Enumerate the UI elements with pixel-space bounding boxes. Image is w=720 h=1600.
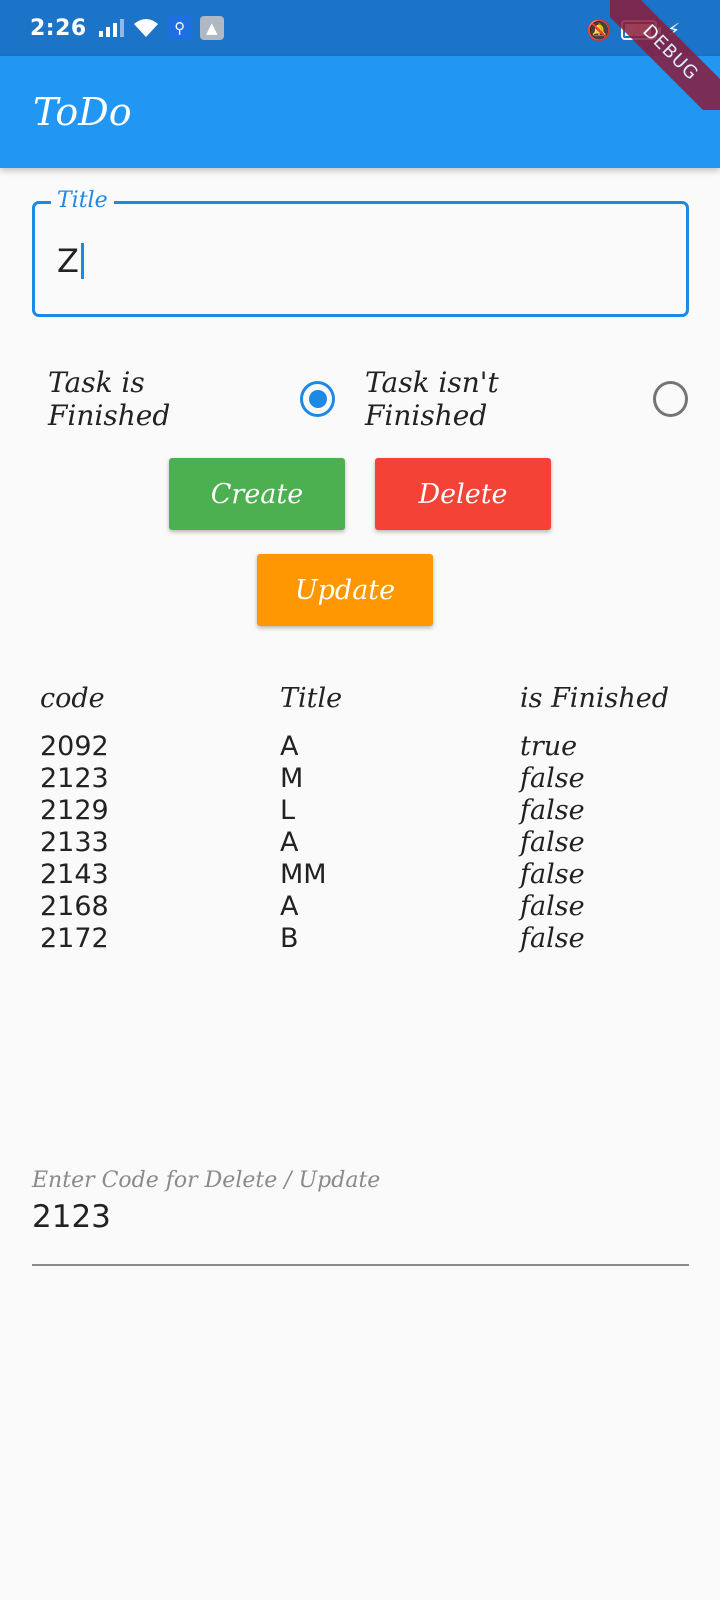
cell-title: A (280, 890, 299, 922)
usb-icon: ⚲ (167, 16, 192, 40)
table-header: code Title is Finished (40, 676, 680, 720)
cell-is-finished: false (520, 826, 585, 858)
cell-is-finished: false (520, 762, 585, 794)
title-input-label: Title (51, 188, 114, 213)
cell-is-finished: false (520, 890, 585, 922)
debug-banner: DEBUG (610, 0, 720, 110)
delete-button[interactable]: Delete (375, 458, 551, 530)
radio-not-finished[interactable] (652, 381, 688, 417)
table-row: 2129 L false (40, 794, 680, 826)
radio-finished[interactable] (299, 381, 335, 417)
code-input[interactable]: Enter Code for Delete / Update 2123 (32, 1168, 689, 1266)
cell-title: A (280, 826, 299, 858)
cell-title: B (280, 922, 299, 954)
cell-code: 2143 (40, 858, 109, 890)
code-input-underline (32, 1264, 689, 1266)
cell-is-finished: false (520, 794, 585, 826)
table-row: 2133 A false (40, 826, 680, 858)
title-input-value-wrap[interactable]: Z (57, 242, 84, 280)
table-row: 2143 MM false (40, 858, 680, 890)
cell-code: 2092 (40, 730, 109, 762)
wifi-icon (133, 19, 158, 37)
cell-code: 2133 (40, 826, 109, 858)
text-caret (80, 243, 84, 279)
header-is-finished: is Finished (520, 682, 669, 714)
cell-is-finished: true (520, 730, 578, 762)
title-input[interactable]: Title Z (32, 188, 689, 317)
cell-title: MM (280, 858, 327, 890)
code-input-value[interactable]: 2123 (32, 1199, 689, 1235)
signal-icon (98, 19, 124, 37)
android-icon: ▲ (199, 16, 224, 40)
table-row: 2172 B false (40, 922, 680, 954)
cell-title: M (280, 762, 304, 794)
cell-is-finished: false (520, 858, 585, 890)
app-title: ToDo (33, 90, 132, 134)
table-row: 2168 A false (40, 890, 680, 922)
cell-code: 2123 (40, 762, 109, 794)
cell-code: 2168 (40, 890, 109, 922)
debug-banner-container: DEBUG (610, 0, 720, 110)
cell-code: 2129 (40, 794, 109, 826)
title-input-value[interactable]: Z (57, 242, 79, 280)
radio-finished-label: Task is Finished (48, 366, 171, 432)
header-code: code (40, 682, 105, 714)
status-icons-left: ⚲ ▲ (98, 16, 224, 40)
tasks-table: code Title is Finished 2092 A true 2123 … (40, 676, 680, 954)
radio-not-finished-label: Task isn't Finished (365, 366, 499, 432)
cell-title: A (280, 730, 299, 762)
cell-code: 2172 (40, 922, 109, 954)
table-row: 2092 A true (40, 730, 680, 762)
header-title: Title (280, 682, 343, 714)
mute-icon: 🔕 (586, 18, 612, 42)
code-input-hint: Enter Code for Delete / Update (32, 1168, 381, 1193)
table-row: 2123 M false (40, 762, 680, 794)
create-button[interactable]: Create (169, 458, 345, 530)
status-time: 2:26 (30, 15, 87, 41)
finished-radio-group: Task is Finished Task isn't Finished (48, 366, 688, 432)
cell-title: L (280, 794, 296, 826)
update-button[interactable]: Update (257, 554, 433, 626)
cell-is-finished: false (520, 922, 585, 954)
